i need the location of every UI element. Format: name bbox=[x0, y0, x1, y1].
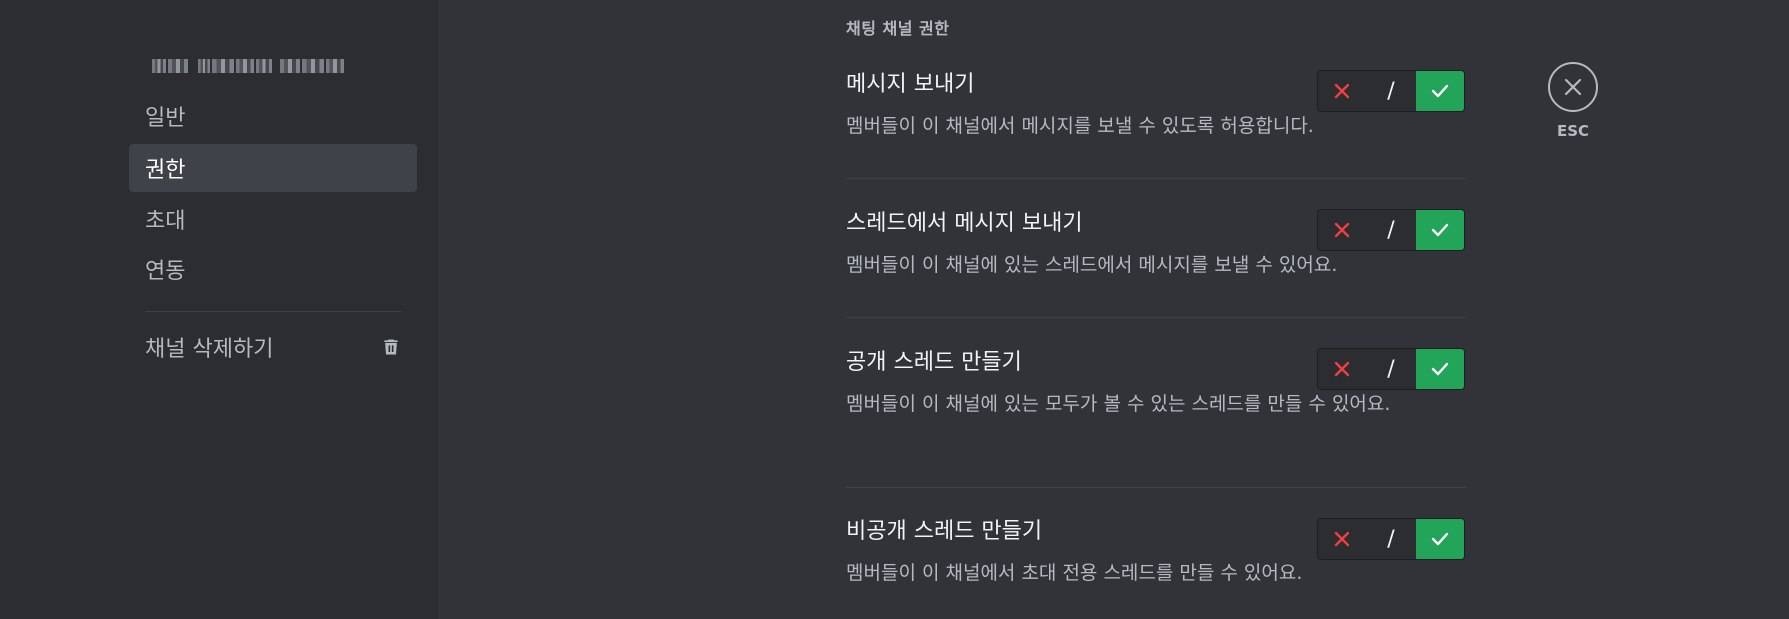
check-icon bbox=[1431, 84, 1449, 98]
sidebar-item-label: 권한 bbox=[145, 158, 186, 183]
permission-divider bbox=[846, 178, 1466, 179]
close-settings: ESC bbox=[1545, 62, 1601, 140]
permissions-panel: 채팅 채널 권한 메시지 보내기 멤버들이 이 채널에서 메시지를 보낼 수 있… bbox=[438, 0, 1789, 619]
allow-button[interactable] bbox=[1416, 71, 1464, 111]
deny-button[interactable] bbox=[1318, 519, 1366, 559]
deny-button[interactable] bbox=[1318, 349, 1366, 389]
check-icon bbox=[1431, 223, 1449, 237]
close-button[interactable] bbox=[1548, 62, 1598, 112]
settings-sidebar: 일반 권한 초대 연동 채널 삭제하기 bbox=[0, 0, 438, 619]
close-icon bbox=[1564, 78, 1582, 96]
trash-icon bbox=[384, 339, 398, 355]
deny-button[interactable] bbox=[1318, 71, 1366, 111]
deny-button[interactable] bbox=[1318, 210, 1366, 250]
x-icon bbox=[1334, 222, 1350, 238]
sidebar-item-label: 초대 bbox=[145, 209, 186, 234]
neutral-button[interactable]: / bbox=[1366, 71, 1416, 111]
settings-window: 일반 권한 초대 연동 채널 삭제하기 채팅 채널 권한 메시지 보내기 멤버들… bbox=[0, 0, 1789, 619]
x-icon bbox=[1334, 83, 1350, 99]
sidebar-divider bbox=[145, 311, 401, 312]
permission-toggle: / bbox=[1317, 518, 1465, 560]
permission-description: 멤버들이 이 채널에서 초대 전용 스레드를 만들 수 있어요. bbox=[846, 562, 1303, 584]
sidebar-item-integrations[interactable]: 연동 bbox=[129, 245, 417, 293]
neutral-slash: / bbox=[1387, 217, 1395, 243]
allow-button[interactable] bbox=[1416, 210, 1464, 250]
allow-button[interactable] bbox=[1416, 519, 1464, 559]
permission-toggle: / bbox=[1317, 348, 1465, 390]
sidebar-item-general[interactable]: 일반 bbox=[129, 92, 417, 140]
x-icon bbox=[1334, 361, 1350, 377]
neutral-button[interactable]: / bbox=[1366, 519, 1416, 559]
permission-description: 멤버들이 이 채널에 있는 스레드에서 메시지를 보낼 수 있어요. bbox=[846, 254, 1338, 276]
sidebar-item-invites[interactable]: 초대 bbox=[129, 195, 417, 243]
esc-label: ESC bbox=[1556, 122, 1590, 140]
permission-divider bbox=[846, 487, 1466, 488]
neutral-slash: / bbox=[1387, 356, 1395, 382]
delete-channel-button[interactable]: 채널 삭제하기 bbox=[129, 323, 417, 371]
permission-divider bbox=[846, 317, 1466, 318]
permission-toggle: / bbox=[1317, 70, 1465, 112]
neutral-slash: / bbox=[1387, 78, 1395, 104]
section-title: 채팅 채널 권한 bbox=[846, 19, 950, 38]
neutral-button[interactable]: / bbox=[1366, 210, 1416, 250]
neutral-button[interactable]: / bbox=[1366, 349, 1416, 389]
sidebar-item-permissions[interactable]: 권한 bbox=[129, 144, 417, 192]
permission-description: 멤버들이 이 채널에 있는 모두가 볼 수 있는 스레드를 만들 수 있어요. bbox=[846, 393, 1391, 415]
delete-channel-label: 채널 삭제하기 bbox=[145, 337, 274, 362]
x-icon bbox=[1334, 531, 1350, 547]
permission-description: 멤버들이 이 채널에서 메시지를 보낼 수 있도록 허용합니다. bbox=[846, 115, 1314, 137]
sidebar-item-label: 일반 bbox=[145, 106, 186, 131]
sidebar-channel-name-redacted bbox=[152, 57, 344, 75]
allow-button[interactable] bbox=[1416, 349, 1464, 389]
sidebar-item-label: 연동 bbox=[145, 259, 186, 284]
neutral-slash: / bbox=[1387, 526, 1395, 552]
check-icon bbox=[1431, 362, 1449, 376]
check-icon bbox=[1431, 532, 1449, 546]
permission-toggle: / bbox=[1317, 209, 1465, 251]
